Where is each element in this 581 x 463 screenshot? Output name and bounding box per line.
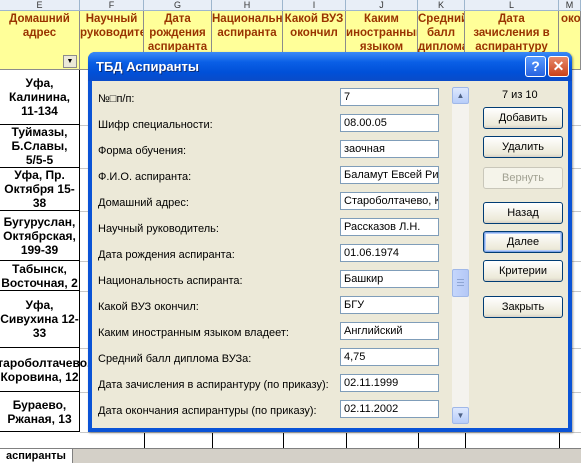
- address-cell[interactable]: Табынск, Восточная, 2: [0, 261, 80, 291]
- field-input-enrollment-date[interactable]: 02.11.1999: [340, 374, 439, 392]
- field-label-full-name: Ф.И.О. аспиранта:: [98, 171, 192, 183]
- scroll-down-button[interactable]: ▼: [452, 407, 469, 424]
- add-button[interactable]: Добавить: [483, 107, 563, 129]
- column-letter-H[interactable]: H: [212, 0, 283, 11]
- field-input-specialty-code[interactable]: 08.00.05: [340, 114, 439, 132]
- column-letter-I[interactable]: I: [283, 0, 346, 11]
- next-button[interactable]: Далее: [483, 231, 563, 253]
- field-input-university[interactable]: БГУ: [340, 296, 439, 314]
- delete-button[interactable]: Удалить: [483, 136, 563, 158]
- form-scrollbar[interactable]: ▲ ▼: [452, 87, 469, 424]
- field-input-full-name[interactable]: Баламут Евсей Рим: [340, 166, 439, 184]
- field-label-study-form: Форма обучения:: [98, 145, 187, 157]
- field-label-birth-date: Дата рождения аспиранта:: [98, 249, 235, 261]
- restore-button[interactable]: Вернуть: [483, 167, 563, 189]
- dialog-body: №□п/п: 7 Шифр специальности: 08.00.05 Фо…: [92, 81, 568, 428]
- close-button[interactable]: Закрыть: [483, 296, 563, 318]
- criteria-button[interactable]: Критерии: [483, 260, 563, 282]
- field-label-average-grade: Средний балл диплома ВУЗа:: [98, 353, 252, 365]
- field-input-supervisor[interactable]: Рассказов Л.Н.: [340, 218, 439, 236]
- address-cell[interactable]: Туймазы, Б.Славы, 5/5-5: [0, 125, 80, 168]
- close-window-button[interactable]: ✕: [548, 56, 569, 77]
- dialog-title-bar[interactable]: ТБД Аспиранты ? ✕: [88, 52, 572, 81]
- close-icon: ✕: [552, 58, 565, 74]
- field-input-nationality[interactable]: Башкир: [340, 270, 439, 288]
- column-letter-E[interactable]: E: [0, 0, 80, 11]
- field-label-specialty-code: Шифр специальности:: [98, 119, 213, 131]
- address-cell[interactable]: Уфа, Пр. Октября 15-38: [0, 168, 80, 211]
- chevron-down-icon: ▼: [456, 411, 465, 420]
- record-counter: 7 из 10: [502, 89, 538, 101]
- field-label-home-address: Домашний адрес:: [98, 197, 189, 209]
- field-input-graduation-date[interactable]: 02.11.2002: [340, 400, 439, 418]
- address-cell[interactable]: Бугуруслан, Октябрская, 199-39: [0, 211, 80, 261]
- field-input-number[interactable]: 7: [340, 88, 439, 106]
- dialog-title: ТБД Аспиранты: [96, 59, 199, 74]
- field-input-average-grade[interactable]: 4,75: [340, 348, 439, 366]
- help-icon: ?: [531, 58, 540, 74]
- column-letter-L[interactable]: L: [465, 0, 559, 11]
- field-input-birth-date[interactable]: 01.06.1974: [340, 244, 439, 262]
- grid-line: [80, 432, 581, 433]
- scroll-up-button[interactable]: ▲: [452, 87, 469, 104]
- column-letter-F[interactable]: F: [80, 0, 144, 11]
- field-label-graduation-date: Дата окончания аспирантуры (по приказу):: [98, 405, 317, 417]
- address-cell[interactable]: Староболтачево, Коровина, 12: [0, 348, 90, 392]
- back-button[interactable]: Назад: [483, 202, 563, 224]
- data-form-dialog: ТБД Аспиранты ? ✕ №□п/п: 7 Шифр специаль…: [88, 52, 572, 432]
- sheet-tab-bar: аспиранты: [0, 448, 581, 463]
- chevron-up-icon: ▲: [456, 91, 465, 100]
- column-letter-G[interactable]: G: [144, 0, 212, 11]
- field-label-foreign-language: Каким иностранным языком владеет:: [98, 327, 289, 339]
- column-letter-M[interactable]: M: [559, 0, 581, 11]
- field-input-study-form[interactable]: заочная: [340, 140, 439, 158]
- column-letter-K[interactable]: K: [418, 0, 465, 11]
- field-label-university: Какой ВУЗ окончил:: [98, 301, 199, 313]
- field-label-enrollment-date: Дата зачисления в аспирантуру (по приказ…: [98, 379, 329, 391]
- field-input-home-address[interactable]: Староболтачево, К: [340, 192, 439, 210]
- autofilter-dropdown-button[interactable]: ▼: [63, 55, 77, 68]
- field-input-foreign-language[interactable]: Английский: [340, 322, 439, 340]
- field-label-supervisor: Научный руководитель:: [98, 223, 219, 235]
- scrollbar-thumb[interactable]: [452, 269, 469, 297]
- column-letter-J[interactable]: J: [346, 0, 418, 11]
- field-label-number: №□п/п:: [98, 93, 135, 105]
- help-button[interactable]: ?: [525, 56, 546, 77]
- sheet-tab[interactable]: аспиранты: [0, 449, 73, 463]
- field-label-nationality: Национальность аспиранта:: [98, 275, 243, 287]
- address-cell[interactable]: Уфа, Калинина, 11-134: [0, 70, 80, 125]
- address-cell[interactable]: Уфа, Сивухина 12-33: [0, 291, 80, 348]
- address-cell[interactable]: Бураево, Ржаная, 13: [0, 392, 80, 432]
